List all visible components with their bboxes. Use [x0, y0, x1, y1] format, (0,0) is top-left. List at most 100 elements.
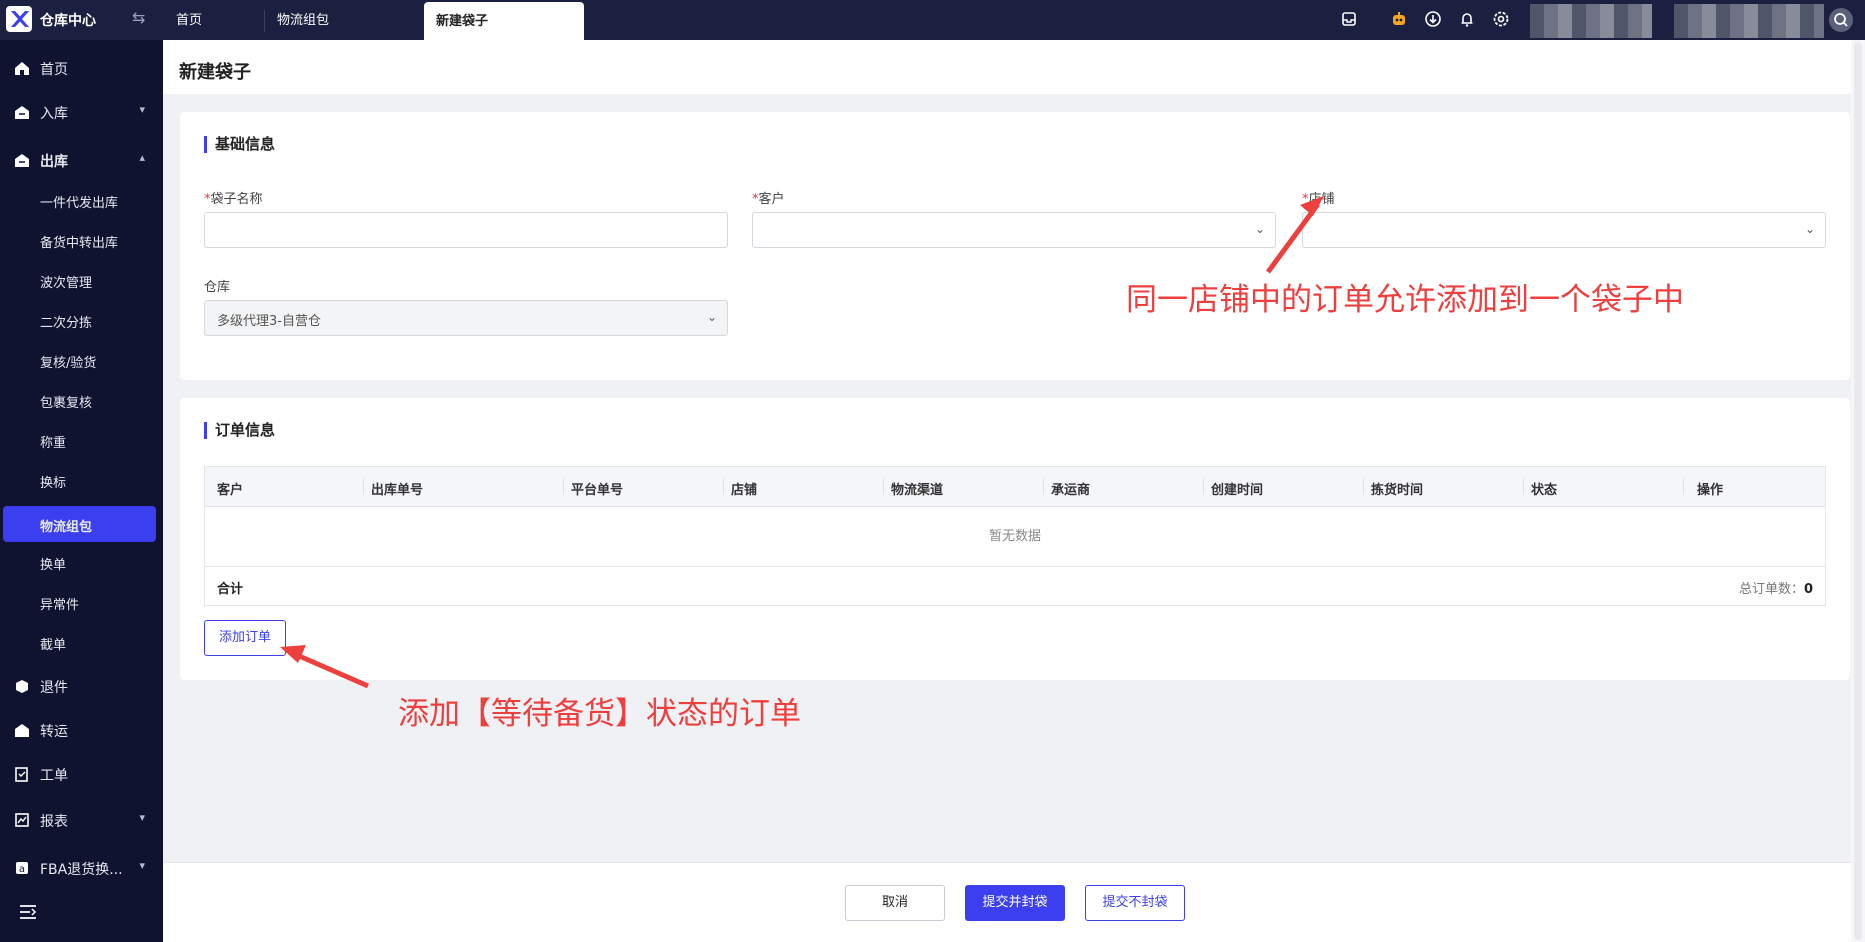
column-header: 平台单号: [571, 483, 624, 498]
sidebar-item-label: 出库: [40, 154, 68, 170]
column-divider: [1683, 479, 1684, 495]
column-header: 创建时间: [1211, 483, 1264, 498]
page-header: 新建袋子: [163, 40, 1865, 94]
sidebar-item-fba-returns[interactable]: a FBA退货换... ▾: [0, 848, 163, 888]
total-orders-label: 总订单数：: [1738, 582, 1804, 597]
form-footer: 取消 提交并封袋 提交不封袋: [163, 862, 1865, 942]
sidebar-subitem[interactable]: 换单: [0, 544, 163, 580]
column-header: 客户: [217, 483, 244, 498]
inbox-icon[interactable]: [1340, 10, 1358, 28]
sidebar-subitem-label: 包裹复核: [40, 396, 93, 411]
svg-text:a: a: [19, 864, 25, 875]
sidebar-subitem-label: 物流组包: [40, 520, 93, 535]
chevron-down-icon: ▾: [139, 811, 145, 824]
cancel-button[interactable]: 取消: [845, 885, 945, 921]
sidebar-subitem[interactable]: 备货中转出库: [0, 222, 163, 258]
column-divider: [563, 479, 564, 495]
sidebar-subitem-label: 异常件: [40, 598, 80, 613]
sidebar-item-label: 报表: [40, 814, 68, 830]
sidebar-subitem[interactable]: 称重: [0, 422, 163, 458]
sidebar-subitem[interactable]: 截单: [0, 624, 163, 660]
sidebar-subitem[interactable]: 波次管理: [0, 262, 163, 298]
basic-info-card: 基础信息 *袋子名称 *客户 ⌄ *店铺 ⌄ 仓库 多级代理3-自营仓 ⌄: [180, 112, 1850, 380]
collapse-sidebar-icon[interactable]: [18, 904, 38, 920]
column-header: 操作: [1697, 483, 1724, 498]
table-header: 客户 出库单号 平台单号 店铺 物流渠道 承运商 创建时间 拣货时间 状态 操作: [205, 467, 1825, 507]
column-divider: [1203, 479, 1204, 495]
menu-switch-icon[interactable]: ⇆: [132, 8, 145, 27]
column-header: 出库单号: [371, 483, 424, 498]
transfer-icon: [15, 724, 29, 737]
sidebar-item-home[interactable]: 首页: [0, 48, 163, 88]
app-logo-icon[interactable]: [6, 6, 32, 32]
blurred-account-info: [1674, 4, 1824, 38]
column-divider: [363, 479, 364, 495]
sidebar-subitem-label: 一件代发出库: [40, 196, 119, 211]
annotation-add-order-note: 添加【等待备货】状态的订单: [398, 696, 801, 732]
sidebar-subitem[interactable]: 包裹复核: [0, 382, 163, 418]
sidebar-item-outbound[interactable]: 出库 ▴: [0, 140, 163, 180]
sidebar-item-label: 退件: [40, 680, 68, 696]
tab-new-bag[interactable]: 新建袋子: [424, 2, 584, 40]
settings-icon[interactable]: [1492, 10, 1510, 28]
sidebar-item-label: 入库: [40, 106, 68, 122]
submit-seal-button[interactable]: 提交并封袋: [965, 885, 1065, 921]
tab-logistics-bagging[interactable]: 物流组包: [264, 10, 341, 32]
sidebar-subitem-label: 备货中转出库: [40, 236, 119, 251]
sidebar-subitem-label: 二次分拣: [40, 316, 93, 331]
column-header: 店铺: [731, 483, 758, 498]
chevron-down-icon: ▾: [139, 859, 145, 872]
page-title: 新建袋子: [179, 62, 251, 83]
customer-label-text: 客户: [758, 192, 785, 207]
sidebar-subitem[interactable]: 复核/验货: [0, 342, 163, 378]
tab-home[interactable]: 首页: [164, 0, 214, 40]
total-orders: 总订单数：0: [1739, 578, 1813, 597]
inbound-icon: [15, 106, 29, 119]
sidebar-subitem-logistics-bagging[interactable]: 物流组包: [3, 506, 156, 542]
store-select[interactable]: ⌄: [1302, 212, 1826, 248]
scrollbar[interactable]: [1851, 40, 1865, 942]
bag-name-label: *袋子名称: [204, 188, 263, 207]
amazon-icon: a: [16, 862, 28, 875]
chevron-down-icon: ⌄: [706, 310, 717, 324]
annotation-store-note: 同一店铺中的订单允许添加到一个袋子中: [1126, 282, 1684, 318]
column-header: 承运商: [1051, 483, 1091, 498]
robot-icon[interactable]: [1390, 10, 1408, 28]
column-divider: [1523, 479, 1524, 495]
sidebar-item-label: 转运: [40, 724, 68, 740]
home-icon: [15, 62, 29, 75]
return-icon: [16, 680, 28, 693]
report-icon: [15, 813, 29, 827]
customer-label: *客户: [752, 188, 785, 207]
sidebar-subitem[interactable]: 二次分拣: [0, 302, 163, 338]
section-title-orders: 订单信息: [204, 422, 275, 439]
sidebar-item-inbound[interactable]: 入库 ▾: [0, 92, 163, 132]
blurred-user-info: [1530, 4, 1652, 38]
sidebar-item-returns[interactable]: 退件: [0, 666, 163, 706]
sidebar-subitem-label: 复核/验货: [40, 356, 97, 371]
sidebar-item-ticket[interactable]: 工单: [0, 754, 163, 794]
add-order-button[interactable]: 添加订单: [204, 620, 286, 656]
sidebar: 首页 入库 ▾ 出库 ▴ 一件代发出库 备货中转出库 波次管理 二次分拣 复核/…: [0, 40, 163, 942]
sidebar-item-transfer[interactable]: 转运: [0, 710, 163, 750]
customer-select[interactable]: ⌄: [752, 212, 1276, 248]
download-icon[interactable]: [1424, 10, 1442, 28]
column-header: 状态: [1531, 483, 1558, 498]
search-icon[interactable]: [1829, 8, 1853, 32]
bell-icon[interactable]: [1458, 10, 1476, 28]
sidebar-subitem[interactable]: 换标: [0, 462, 163, 498]
sidebar-item-label: FBA退货换...: [40, 862, 123, 878]
store-label-text: 店铺: [1308, 192, 1335, 207]
sidebar-subitem[interactable]: 异常件: [0, 584, 163, 620]
sidebar-item-reports[interactable]: 报表 ▾: [0, 800, 163, 840]
sidebar-subitem[interactable]: 一件代发出库: [0, 182, 163, 218]
column-header: 拣货时间: [1371, 483, 1424, 498]
bag-name-label-text: 袋子名称: [210, 192, 263, 207]
ticket-icon: [15, 767, 28, 782]
column-divider: [723, 479, 724, 495]
bag-name-input[interactable]: [204, 212, 728, 248]
scrollbar-thumb[interactable]: [1854, 42, 1862, 940]
total-orders-value: 0: [1803, 582, 1813, 597]
section-title-basic: 基础信息: [204, 136, 275, 153]
submit-no-seal-button[interactable]: 提交不封袋: [1085, 885, 1185, 921]
